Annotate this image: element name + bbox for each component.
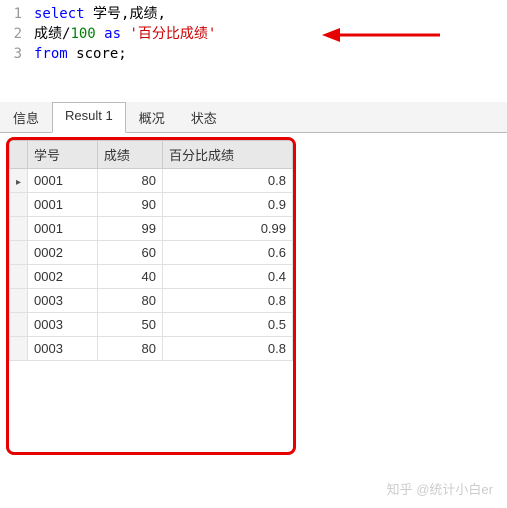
table-row[interactable]: 0001990.99 xyxy=(10,217,293,241)
cell-score[interactable]: 80 xyxy=(97,337,162,361)
col-header-student-id[interactable]: 学号 xyxy=(28,141,98,169)
row-marker xyxy=(10,169,28,193)
table-row[interactable]: 0002400.4 xyxy=(10,265,293,289)
cell-score[interactable]: 99 xyxy=(97,217,162,241)
cell-student-id[interactable]: 0003 xyxy=(28,337,98,361)
table-row[interactable]: 0002600.6 xyxy=(10,241,293,265)
code-text[interactable]: 成绩/100 as '百分比成绩' xyxy=(34,24,216,44)
col-header-score[interactable]: 成绩 xyxy=(97,141,162,169)
tab-result-1[interactable]: Result 1 xyxy=(52,102,126,133)
cell-student-id[interactable]: 0002 xyxy=(28,241,98,265)
result-tabstrip: 信息 Result 1 概况 状态 xyxy=(0,102,507,133)
code-line[interactable]: 1select 学号,成绩, xyxy=(0,4,507,24)
tab-info[interactable]: 信息 xyxy=(0,102,52,132)
cell-score[interactable]: 60 xyxy=(97,241,162,265)
cell-student-id[interactable]: 0003 xyxy=(28,289,98,313)
cell-student-id[interactable]: 0002 xyxy=(28,265,98,289)
cell-percent-score[interactable]: 0.4 xyxy=(162,265,292,289)
cell-score[interactable]: 50 xyxy=(97,313,162,337)
cell-student-id[interactable]: 0003 xyxy=(28,313,98,337)
cell-score[interactable]: 90 xyxy=(97,193,162,217)
cell-percent-score[interactable]: 0.8 xyxy=(162,289,292,313)
annotation-arrow xyxy=(322,24,442,46)
line-number: 3 xyxy=(0,44,34,64)
table-row[interactable]: 0003800.8 xyxy=(10,289,293,313)
cell-student-id[interactable]: 0001 xyxy=(28,169,98,193)
cell-score[interactable]: 80 xyxy=(97,289,162,313)
row-marker xyxy=(10,241,28,265)
col-header-percent-score[interactable]: 百分比成绩 xyxy=(162,141,292,169)
code-line[interactable]: 3from score; xyxy=(0,44,507,64)
result-highlight-box: 学号 成绩 百分比成绩 0001800.80001900.90001990.99… xyxy=(6,137,296,455)
row-marker xyxy=(10,337,28,361)
table-header-row: 学号 成绩 百分比成绩 xyxy=(10,141,293,169)
cell-percent-score[interactable]: 0.8 xyxy=(162,337,292,361)
cell-percent-score[interactable]: 0.5 xyxy=(162,313,292,337)
row-marker xyxy=(10,193,28,217)
tab-status[interactable]: 状态 xyxy=(178,102,230,132)
cell-student-id[interactable]: 0001 xyxy=(28,193,98,217)
line-number: 2 xyxy=(0,24,34,44)
row-marker xyxy=(10,265,28,289)
cell-score[interactable]: 40 xyxy=(97,265,162,289)
cell-student-id[interactable]: 0001 xyxy=(28,217,98,241)
watermark: 知乎 @统计小白er xyxy=(387,479,493,498)
result-table[interactable]: 学号 成绩 百分比成绩 0001800.80001900.90001990.99… xyxy=(9,140,293,361)
row-marker xyxy=(10,313,28,337)
row-marker-header xyxy=(10,141,28,169)
row-marker xyxy=(10,289,28,313)
row-marker xyxy=(10,217,28,241)
table-row[interactable]: 0001800.8 xyxy=(10,169,293,193)
cell-percent-score[interactable]: 0.6 xyxy=(162,241,292,265)
table-row[interactable]: 0001900.9 xyxy=(10,193,293,217)
cell-percent-score[interactable]: 0.8 xyxy=(162,169,292,193)
tab-overview[interactable]: 概况 xyxy=(126,102,178,132)
cell-percent-score[interactable]: 0.99 xyxy=(162,217,292,241)
code-text[interactable]: select 学号,成绩, xyxy=(34,4,166,24)
code-text[interactable]: from score; xyxy=(34,44,127,64)
cell-score[interactable]: 80 xyxy=(97,169,162,193)
cell-percent-score[interactable]: 0.9 xyxy=(162,193,292,217)
table-row[interactable]: 0003500.5 xyxy=(10,313,293,337)
line-number: 1 xyxy=(0,4,34,24)
table-row[interactable]: 0003800.8 xyxy=(10,337,293,361)
